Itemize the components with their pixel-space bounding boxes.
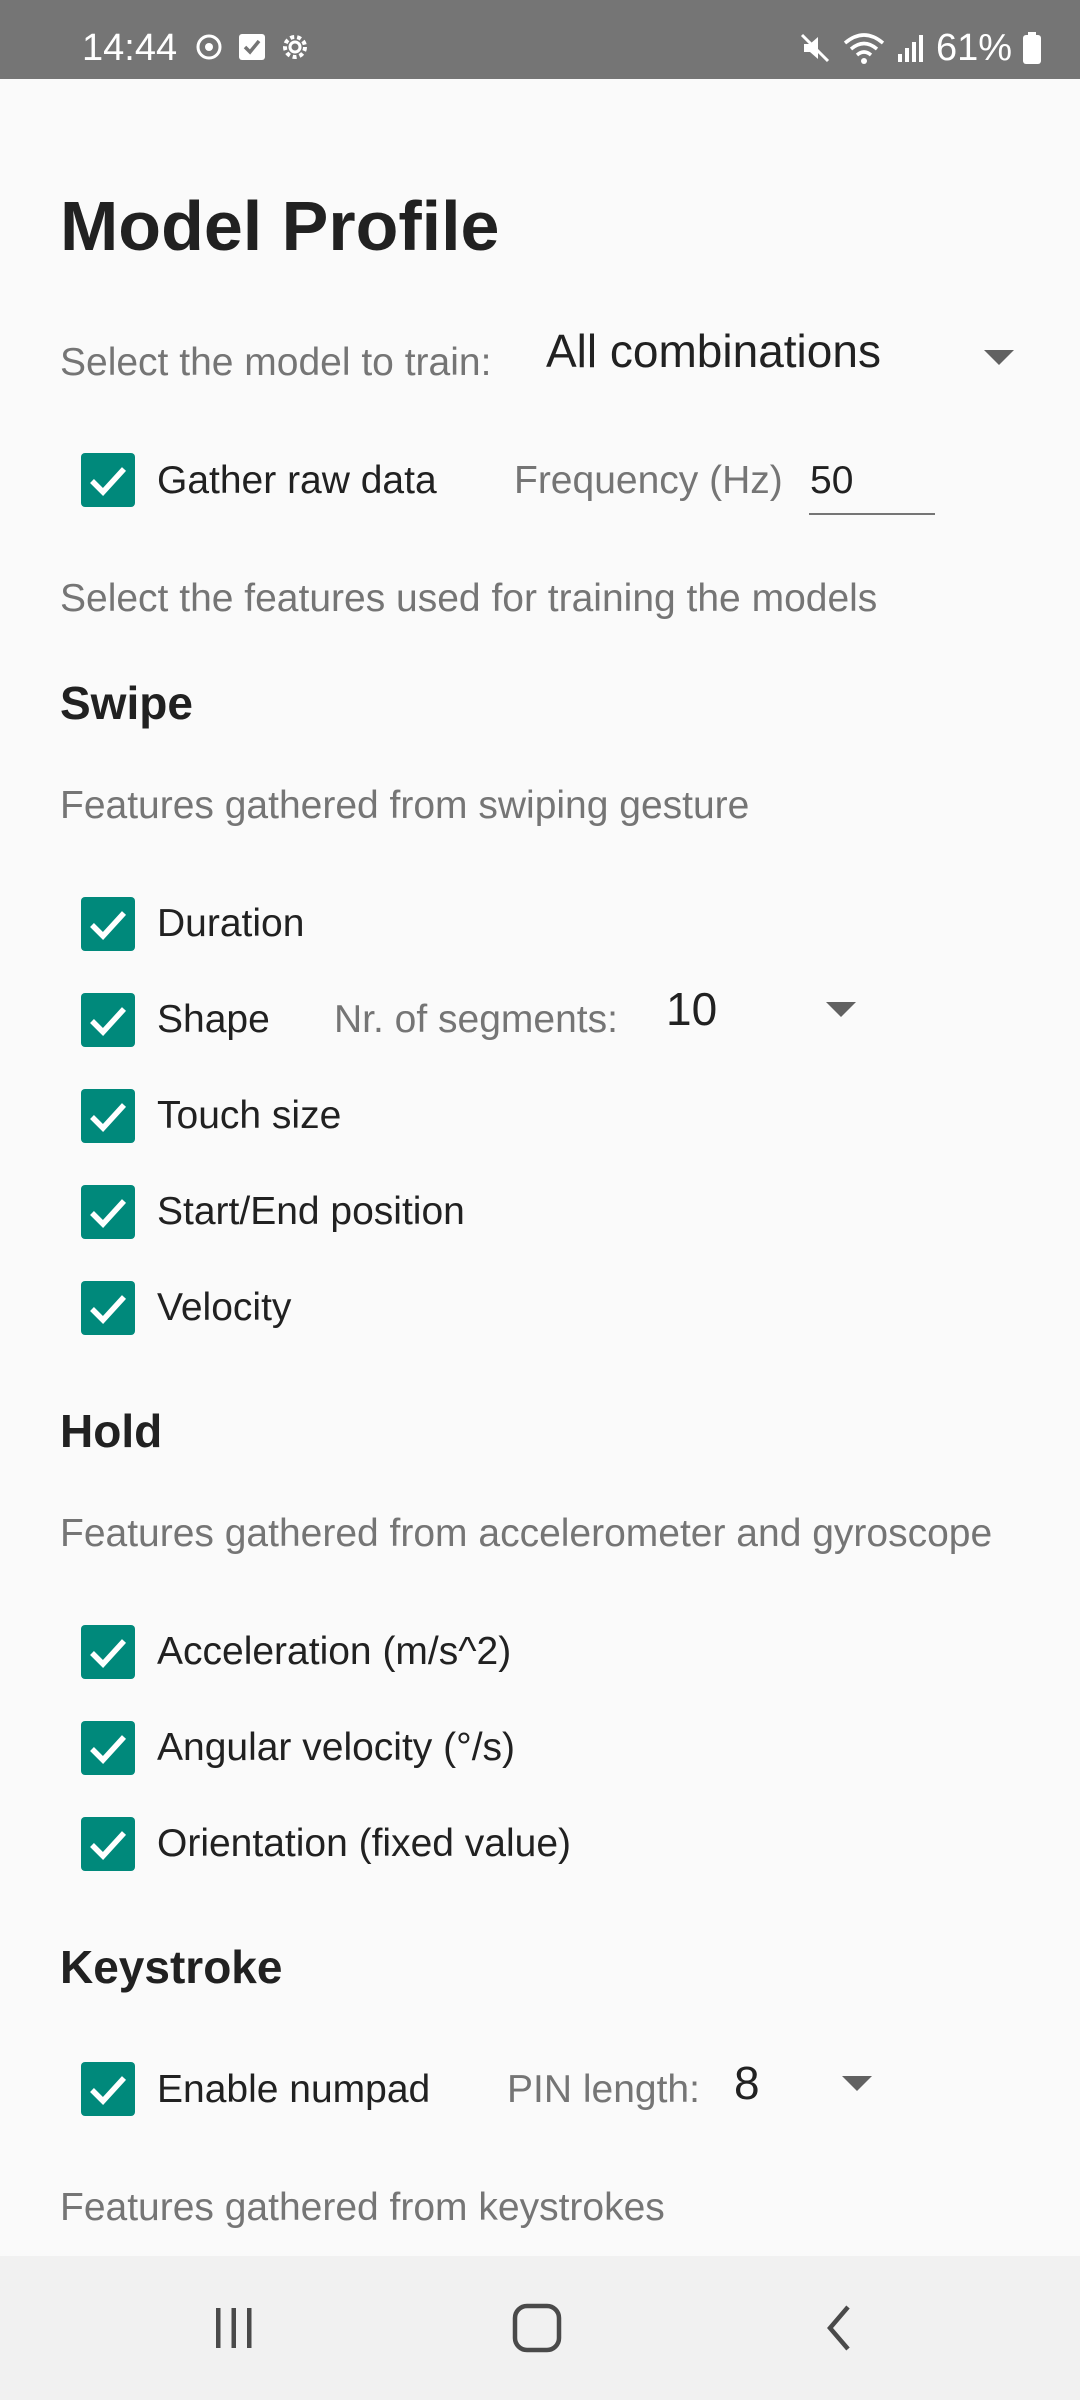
swipe-description: Features gathered from swiping gesture [60,784,750,827]
frequency-input[interactable]: 50 [810,458,853,504]
checkmark-icon [90,1007,127,1036]
home-icon [512,2303,562,2353]
hold-description: Features gathered from accelerometer and… [60,1512,993,1555]
frequency-label: Frequency (Hz) [514,459,783,502]
angular-velocity-label: Angular velocity (°/s) [157,1726,516,1769]
home-button[interactable] [447,2256,627,2400]
velocity-label: Velocity [157,1286,292,1329]
swipe-section-title: Swipe [60,677,193,729]
settings-gear-icon [280,32,310,62]
status-bar: 14:44 61% [0,0,1080,79]
gather-raw-data-label: Gather raw data [157,459,437,502]
start-end-position-checkbox[interactable] [81,1185,135,1239]
back-icon [827,2305,850,2351]
checkmark-icon [90,1103,127,1132]
battery-percentage: 61% [935,27,1012,69]
check-square-icon [238,32,266,62]
segments-dropdown[interactable]: 10 [660,978,870,1044]
start-end-position-label: Start/End position [157,1190,465,1233]
pin-length-dropdown[interactable]: 8 [728,2056,888,2122]
checkmark-icon [90,467,127,496]
checkmark-icon [90,2076,127,2105]
orientation-checkbox[interactable] [81,1817,135,1871]
wifi-icon [842,31,886,65]
touch-size-label: Touch size [157,1094,342,1137]
recent-apps-icon [216,2308,252,2348]
keystroke-section-title: Keystroke [60,1941,283,1993]
dropdown-arrow-icon [826,1002,856,1017]
sync-icon [194,32,224,62]
acceleration-label: Acceleration (m/s^2) [157,1630,512,1673]
checkmark-icon [90,911,127,940]
segments-value: 10 [666,983,718,1035]
signal-icon [896,32,926,64]
orientation-label: Orientation (fixed value) [157,1822,572,1865]
pin-length-value: 8 [734,2057,760,2109]
navigation-bar [0,2256,1080,2400]
hold-section-title: Hold [60,1405,163,1457]
duration-checkbox[interactable] [81,897,135,951]
gather-raw-data-checkbox[interactable] [81,453,135,507]
checkmark-icon [90,1295,127,1324]
touch-size-checkbox[interactable] [81,1089,135,1143]
angular-velocity-checkbox[interactable] [81,1721,135,1775]
model-select-value: All combinations [546,325,881,377]
acceleration-checkbox[interactable] [81,1625,135,1679]
velocity-checkbox[interactable] [81,1281,135,1335]
enable-numpad-checkbox[interactable] [81,2062,135,2116]
shape-label: Shape [157,998,270,1041]
dropdown-arrow-icon [984,350,1014,365]
segments-label: Nr. of segments: [334,998,618,1041]
status-right-icons: 61% [798,28,1042,68]
checkmark-icon [90,1639,127,1668]
model-select-dropdown[interactable]: All combinations [540,322,1020,388]
dropdown-arrow-icon [842,2076,872,2091]
enable-numpad-label: Enable numpad [157,2068,431,2111]
page-title: Model Profile [60,187,500,265]
status-time: 14:44 [82,27,178,69]
frequency-input-underline [809,513,935,515]
keystroke-description: Features gathered from keystrokes [60,2186,665,2229]
mute-icon [798,31,832,65]
back-button[interactable] [750,2256,930,2400]
duration-label: Duration [157,902,305,945]
checkmark-icon [90,1735,127,1764]
battery-icon [1022,31,1042,65]
status-left-icons [194,32,310,62]
checkmark-icon [90,1199,127,1228]
model-select-label: Select the model to train: [60,341,492,384]
shape-checkbox[interactable] [81,993,135,1047]
checkmark-icon [90,1831,127,1860]
recent-apps-button[interactable] [144,2256,324,2400]
pin-length-label: PIN length: [507,2068,700,2111]
features-intro-text: Select the features used for training th… [60,577,878,620]
